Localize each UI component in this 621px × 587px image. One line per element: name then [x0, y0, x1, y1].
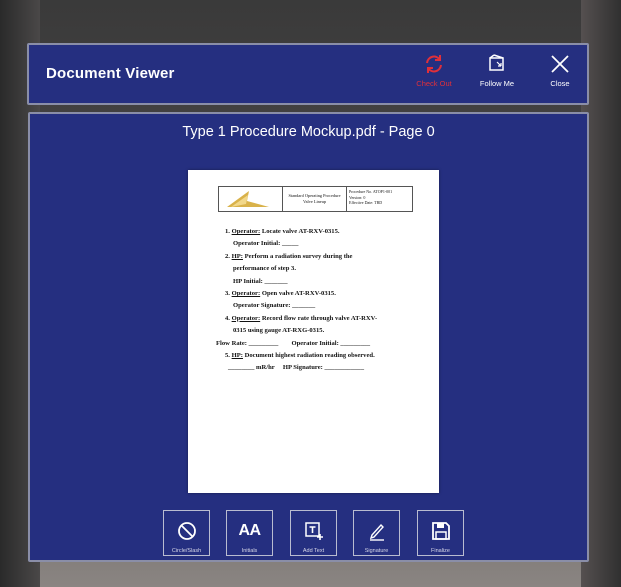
signature-label: Signature — [364, 548, 389, 554]
step-number: 4. — [225, 314, 230, 322]
sync-icon — [422, 51, 446, 77]
page-header-table: Standard Operating Procedure Valve Lineu… — [218, 186, 413, 212]
step-line: HP Initial: _______ — [233, 277, 288, 285]
step-line: 0315 using gauge AT-RXG-0315. — [233, 327, 325, 335]
step-text: Perform a radiation survey during the — [242, 252, 353, 260]
step-text: Document highest radiation reading obser… — [242, 352, 375, 360]
procedure-steps: 1. Operator: Locate valve AT-RXV-0315. O… — [216, 226, 418, 375]
initials-label: Initials — [241, 548, 258, 554]
document-viewer-panel: Type 1 Procedure Mockup.pdf - Page 0 Sta… — [28, 112, 589, 562]
signature-button[interactable]: Signature — [353, 510, 400, 556]
company-logo — [219, 187, 283, 211]
step-line: 1. Operator: Locate valve AT-RXV-0315. — [225, 226, 418, 238]
step-role: Operator: — [231, 290, 261, 298]
step-role: Operator: — [231, 228, 261, 235]
document-viewer-header: Document Viewer Check Out Follow Me Clos… — [27, 43, 589, 105]
finalize-button[interactable]: Finalize — [417, 510, 464, 556]
initials-button[interactable]: AA Initials — [226, 510, 273, 556]
step-number: 2. — [225, 252, 230, 260]
finalize-label: Finalize — [431, 548, 450, 554]
step-role: Operator: — [231, 314, 261, 322]
step-line: ________ mR/hr HP Signature: ___________… — [228, 364, 365, 372]
page-header-meta: Procedure No. ATOP1-001 Version: 0 Effec… — [347, 187, 412, 211]
close-label: Close — [550, 79, 570, 88]
circle-slash-button[interactable]: Circle/Slash — [163, 510, 210, 556]
circle-slash-icon — [177, 520, 197, 542]
page-header-title: Standard Operating Procedure Valve Lineu… — [283, 187, 347, 211]
step-line: 3. Operator: Open valve AT-RXV-0315. — [225, 288, 418, 300]
initials-glyph: AA — [238, 522, 261, 539]
step-text: Locate valve AT-RXV-0315. — [260, 228, 340, 235]
step-line: Operator Signature: _______ — [233, 302, 316, 310]
step-text: Open valve AT-RXV-0315. — [260, 290, 336, 298]
follow-me-label: Follow Me — [479, 79, 515, 88]
step-line: Operator Initial: _____ — [233, 240, 299, 248]
step-line: 4. Operator: Record flow rate through va… — [225, 313, 418, 325]
step-role: HP: — [231, 252, 243, 260]
step-number: 3. — [225, 290, 230, 298]
window-title: Document Viewer — [46, 65, 175, 82]
signature-icon — [367, 520, 387, 542]
document-title: Type 1 Procedure Mockup.pdf - Page 0 — [182, 124, 435, 140]
step-line: 2. HP: Perform a radiation survey during… — [225, 251, 418, 263]
document-page[interactable]: Standard Operating Procedure Valve Lineu… — [188, 170, 439, 493]
add-text-label: Add Text — [302, 548, 325, 554]
annotation-toolbar: Circle/Slash AA Initials Add Text Signat… — [0, 510, 621, 558]
step-number: 1. — [225, 228, 230, 235]
add-text-button[interactable]: Add Text — [290, 510, 337, 556]
effective-date: Effective Date: TBD — [349, 200, 383, 206]
step-line: performance of step 3. — [233, 265, 296, 273]
check-out-button[interactable]: Check Out — [409, 51, 459, 97]
step-number: 5. — [225, 352, 230, 360]
step-role: HP: — [231, 352, 243, 360]
close-button[interactable]: Close — [535, 51, 585, 97]
save-icon — [431, 520, 451, 542]
follow-me-button[interactable]: Follow Me — [472, 51, 522, 97]
flow-rate-line: Flow Rate: _________ Operator Initial: _… — [216, 339, 371, 347]
circle-slash-label: Circle/Slash — [171, 548, 202, 554]
follow-me-icon — [486, 51, 508, 77]
page-header-title-line: Valve Lineup — [302, 199, 327, 204]
check-out-label: Check Out — [416, 79, 452, 88]
step-line: 5. HP: Document highest radiation readin… — [225, 350, 418, 362]
initials-icon: AA — [238, 520, 261, 542]
step-text: Record flow rate through valve AT-RXV- — [260, 314, 378, 322]
close-icon — [549, 51, 571, 77]
add-text-icon — [304, 520, 324, 542]
